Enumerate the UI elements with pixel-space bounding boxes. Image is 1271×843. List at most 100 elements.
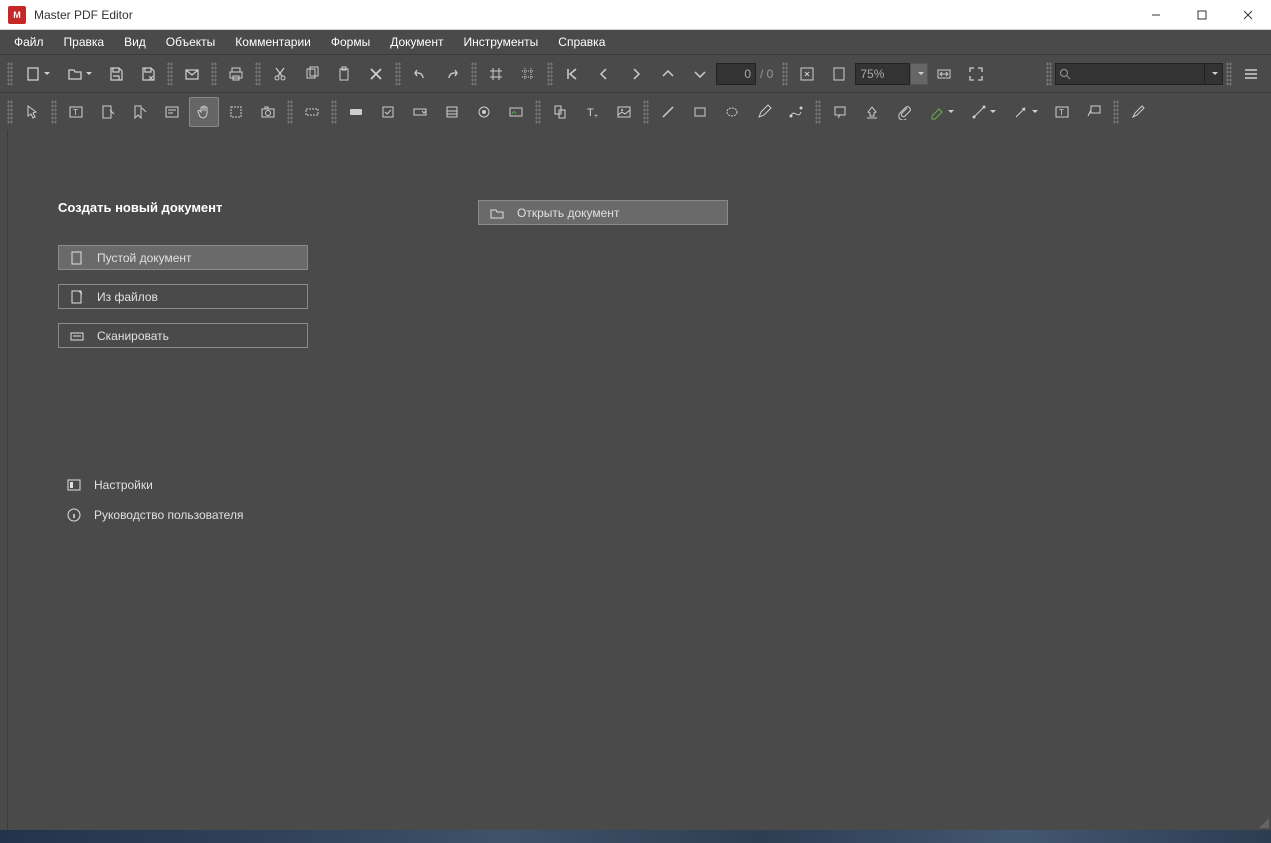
search-dropdown[interactable] [1205, 63, 1223, 85]
redo-button[interactable] [437, 59, 467, 89]
arrow-tool[interactable] [1005, 97, 1045, 127]
edit-document-tool[interactable] [93, 97, 123, 127]
toolbar-grip[interactable] [51, 100, 57, 124]
chevron-up-icon [661, 67, 675, 81]
new-doc-button[interactable] [17, 59, 57, 89]
form-signature-tool[interactable] [501, 97, 531, 127]
menu-help[interactable]: Справка [548, 30, 615, 54]
hand-tool[interactable] [189, 97, 219, 127]
page-down-button[interactable] [685, 59, 715, 89]
menu-comments[interactable]: Комментарии [225, 30, 321, 54]
highlighter-tool[interactable] [921, 97, 961, 127]
menu-file[interactable]: Файл [4, 30, 54, 54]
callout-tool[interactable] [1079, 97, 1109, 127]
snap-button[interactable] [513, 59, 543, 89]
from-files-button[interactable]: Из файлов [58, 284, 308, 309]
marquee-zoom-tool[interactable] [221, 97, 251, 127]
print-button[interactable] [221, 59, 251, 89]
curve-tool[interactable] [781, 97, 811, 127]
line-tool[interactable] [653, 97, 683, 127]
save-as-button[interactable] [133, 59, 163, 89]
menu-tools[interactable]: Инструменты [453, 30, 548, 54]
search-input[interactable] [1055, 63, 1205, 85]
form-text-field-tool[interactable] [297, 97, 327, 127]
toolbar-grip[interactable] [535, 100, 541, 124]
close-icon [1243, 10, 1253, 20]
form-radio-tool[interactable] [469, 97, 499, 127]
first-page-button[interactable] [557, 59, 587, 89]
settings-link[interactable]: Настройки [58, 478, 478, 492]
initials-tool[interactable] [1123, 97, 1153, 127]
form-checkbox-tool[interactable] [373, 97, 403, 127]
toolbar-grip[interactable] [7, 100, 13, 124]
fit-page-button[interactable] [824, 59, 854, 89]
toolbar-grip[interactable] [211, 62, 217, 86]
page-up-button[interactable] [653, 59, 683, 89]
form-button-tool[interactable] [341, 97, 371, 127]
menu-edit[interactable]: Правка [54, 30, 115, 54]
maximize-button[interactable] [1179, 0, 1225, 30]
toolbar-grip[interactable] [547, 62, 553, 86]
paste-button[interactable] [329, 59, 359, 89]
page-number-input[interactable] [716, 63, 756, 85]
select-text-tool[interactable] [157, 97, 187, 127]
menu-view[interactable]: Вид [114, 30, 156, 54]
toolbar-grip[interactable] [287, 100, 293, 124]
attach-file-tool[interactable] [889, 97, 919, 127]
toolbar-grip[interactable] [255, 62, 261, 86]
delete-button[interactable] [361, 59, 391, 89]
resize-grip[interactable] [1259, 818, 1269, 828]
close-button[interactable] [1225, 0, 1271, 30]
toolbar-grip[interactable] [1046, 62, 1052, 86]
open-button[interactable] [59, 59, 99, 89]
rectangle-tool[interactable] [685, 97, 715, 127]
cut-button[interactable] [265, 59, 295, 89]
prev-page-button[interactable] [589, 59, 619, 89]
copy-button[interactable] [297, 59, 327, 89]
next-page-button[interactable] [621, 59, 651, 89]
pencil-tool[interactable] [749, 97, 779, 127]
edit-forms-tool[interactable] [125, 97, 155, 127]
scan-button[interactable]: Сканировать [58, 323, 308, 348]
save-button[interactable] [101, 59, 131, 89]
toolbar-grip[interactable] [1113, 100, 1119, 124]
hamburger-menu-button[interactable] [1236, 59, 1266, 89]
menu-objects[interactable]: Объекты [156, 30, 226, 54]
toolbar-grip[interactable] [815, 100, 821, 124]
email-button[interactable] [177, 59, 207, 89]
fullscreen-button[interactable] [961, 59, 991, 89]
link-tool[interactable] [545, 97, 575, 127]
edit-text-tool[interactable]: T [61, 97, 91, 127]
actual-size-button[interactable] [792, 59, 822, 89]
zoom-dropdown[interactable] [910, 63, 928, 85]
menu-document[interactable]: Документ [380, 30, 453, 54]
ellipse-tool[interactable] [717, 97, 747, 127]
snapshot-tool[interactable] [253, 97, 283, 127]
toolbar-grip[interactable] [782, 62, 788, 86]
toolbar-grip[interactable] [1226, 62, 1232, 86]
open-document-button[interactable]: Открыть документ [478, 200, 728, 225]
add-image-tool[interactable] [609, 97, 639, 127]
sticky-note-tool[interactable] [825, 97, 855, 127]
toolbar-grip[interactable] [471, 62, 477, 86]
blank-document-button[interactable]: Пустой документ [58, 245, 308, 270]
undo-button[interactable] [405, 59, 435, 89]
form-listbox-tool[interactable] [437, 97, 467, 127]
textbox-comment-tool[interactable]: T [1047, 97, 1077, 127]
toolbar-grip[interactable] [331, 100, 337, 124]
fit-width-button[interactable] [929, 59, 959, 89]
toolbar-grip[interactable] [7, 62, 13, 86]
zoom-input[interactable] [855, 63, 910, 85]
form-combobox-tool[interactable] [405, 97, 435, 127]
toolbar-grip[interactable] [395, 62, 401, 86]
toolbar-grip[interactable] [167, 62, 173, 86]
toolbar-grip[interactable] [643, 100, 649, 124]
menu-forms[interactable]: Формы [321, 30, 380, 54]
measure-tool[interactable] [963, 97, 1003, 127]
minimize-button[interactable] [1133, 0, 1179, 30]
guide-link[interactable]: Руководство пользователя [58, 508, 478, 522]
pointer-tool[interactable] [17, 97, 47, 127]
stamp-tool[interactable] [857, 97, 887, 127]
add-text-tool[interactable]: T+ [577, 97, 607, 127]
grid-button[interactable] [481, 59, 511, 89]
